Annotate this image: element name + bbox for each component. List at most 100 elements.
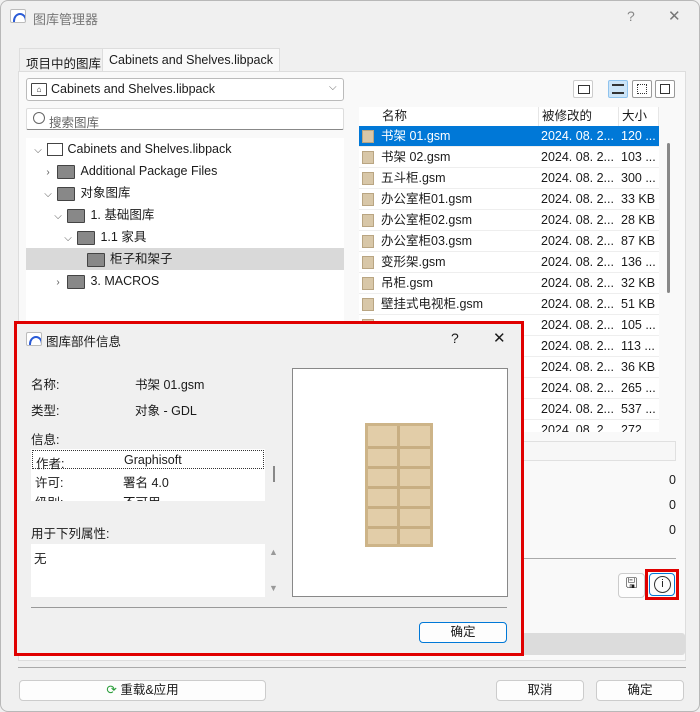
- info-list: 作者:Graphisoft 许可: 署名 4.0 级别: 不可用: [31, 449, 265, 501]
- file-size: 33 KB: [621, 192, 656, 206]
- column-header-name[interactable]: 名称: [379, 107, 539, 126]
- file-size: 272 ...: [621, 423, 656, 432]
- file-row[interactable]: 书架 02.gsm 2024. 08. 2... 103 ...: [359, 147, 659, 168]
- file-row[interactable]: 吊柜.gsm 2024. 08. 2... 32 KB: [359, 273, 659, 294]
- file-name: 书架 02.gsm: [381, 150, 451, 164]
- info-row-license[interactable]: 许可: 署名 4.0: [32, 470, 264, 490]
- title-bar: 图库管理器 ? ✕: [1, 1, 700, 33]
- count-3: 0: [669, 523, 676, 537]
- file-size: 300 ...: [621, 171, 656, 185]
- close-button[interactable]: ✕: [668, 7, 681, 25]
- chevron-right-icon[interactable]: ›: [42, 162, 54, 184]
- tree-node-cabinets-shelves[interactable]: 柜子和架子: [26, 248, 344, 270]
- chevron-down-icon[interactable]: ⌵: [52, 206, 64, 228]
- cancel-button[interactable]: 取消: [496, 680, 584, 701]
- divider: [18, 667, 686, 668]
- file-size: 32 KB: [621, 276, 656, 290]
- grid-view-button[interactable]: [632, 80, 652, 98]
- file-name: 吊柜.gsm: [381, 276, 434, 290]
- reload-apply-button[interactable]: ⟳ 重载&应用: [19, 680, 266, 701]
- file-row[interactable]: 变形架.gsm 2024. 08. 2... 136 ...: [359, 252, 659, 273]
- scroll-down-icon[interactable]: ▼: [269, 583, 278, 593]
- info-row-author[interactable]: 作者: Graphisoft: [32, 450, 264, 471]
- search-input[interactable]: 搜索图库: [26, 108, 344, 130]
- column-header-size[interactable]: 大小: [619, 107, 659, 126]
- file-modified: 2024. 08. 2...: [541, 255, 614, 269]
- tree-node-label: 对象图库: [80, 186, 131, 200]
- dialog-title: 图库部件信息: [46, 335, 122, 349]
- help-button[interactable]: ?: [627, 8, 635, 24]
- file-modified: 2024. 08. 2...: [541, 129, 614, 143]
- dialog-help-button[interactable]: ?: [451, 330, 459, 346]
- info-button[interactable]: i: [649, 573, 675, 596]
- preview-box: [292, 368, 508, 597]
- file-name: 办公室柜01.gsm: [381, 192, 472, 206]
- file-modified: 2024. 08. 2...: [541, 297, 614, 311]
- file-row[interactable]: 办公室柜03.gsm 2024. 08. 2... 87 KB: [359, 231, 659, 252]
- folder-icon: [57, 186, 76, 201]
- info-label: 信息:: [31, 433, 60, 447]
- file-thumbnail-icon: [362, 193, 374, 206]
- chevron-right-icon[interactable]: ›: [52, 272, 64, 294]
- file-size: 136 ...: [621, 255, 656, 269]
- file-name: 办公室柜02.gsm: [381, 213, 472, 227]
- save-export-button[interactable]: 🖫: [618, 573, 645, 598]
- info-key: 级别:: [35, 492, 63, 501]
- tab-project-libraries[interactable]: 项目中的图库: [19, 48, 109, 72]
- library-part-info-dialog: 图库部件信息 ? ✕ 名称: 书架 01.gsm 类型: 对象 - GDL 信息…: [14, 321, 524, 656]
- info-row-level[interactable]: 级别: 不可用: [32, 490, 264, 501]
- tree-node-label: 1.1 家具: [100, 230, 147, 244]
- scroll-up-icon[interactable]: ▲: [269, 547, 278, 557]
- tree-node-additional-files[interactable]: › Additional Package Files: [42, 160, 217, 182]
- file-modified: 2024. 08. 2...: [541, 192, 614, 206]
- file-modified: 2024. 08. 2...: [541, 150, 614, 164]
- chevron-down-icon[interactable]: ⌵: [32, 140, 44, 162]
- file-row[interactable]: 书架 01.gsm 2024. 08. 2... 120 ...: [359, 126, 659, 147]
- file-modified: 2024. 08. 2...: [541, 318, 614, 332]
- file-size: 105 ...: [621, 318, 656, 332]
- archicad-logo-icon: [26, 332, 42, 346]
- tree-node-macros[interactable]: › 3. MACROS: [52, 270, 159, 292]
- tab-cabinets-libpack[interactable]: Cabinets and Shelves.libpack: [102, 48, 280, 72]
- file-size: 87 KB: [621, 234, 656, 248]
- count-1: 0: [669, 473, 676, 487]
- file-modified: 2024. 08. 2...: [541, 234, 614, 248]
- file-name: 书架 01.gsm: [381, 129, 451, 143]
- tree-node-libpack[interactable]: ⌵ Cabinets and Shelves.libpack: [32, 138, 231, 160]
- ok-button[interactable]: 确定: [596, 680, 684, 701]
- dialog-close-button[interactable]: ✕: [493, 329, 506, 347]
- file-size: 28 KB: [621, 213, 656, 227]
- tree-node-basic-library[interactable]: ⌵ 1. 基础图库: [52, 204, 154, 226]
- chevron-down-icon[interactable]: ⌵: [62, 228, 74, 250]
- tree-node-object-library[interactable]: ⌵ 对象图库: [42, 182, 131, 204]
- list-view-button[interactable]: [608, 80, 628, 98]
- file-modified: 2024. 08. 2...: [541, 171, 614, 185]
- file-row[interactable]: 办公室柜02.gsm 2024. 08. 2... 28 KB: [359, 210, 659, 231]
- file-list-scrollbar[interactable]: [667, 143, 670, 293]
- file-thumbnail-icon: [362, 151, 374, 164]
- chevron-down-icon[interactable]: ⌵: [42, 184, 54, 206]
- type-value: 对象 - GDL: [135, 404, 197, 418]
- file-modified: 2024. 08. 2...: [541, 213, 614, 227]
- file-row[interactable]: 办公室柜01.gsm 2024. 08. 2... 33 KB: [359, 189, 659, 210]
- dialog-ok-button[interactable]: 确定: [419, 622, 507, 643]
- info-value: 不可用: [123, 492, 161, 501]
- tree-node-furniture[interactable]: ⌵ 1.1 家具: [62, 226, 146, 248]
- divider: [31, 607, 507, 608]
- file-size: 537 ...: [621, 402, 656, 416]
- file-size: 103 ...: [621, 150, 656, 164]
- file-row[interactable]: 壁挂式电视柜.gsm 2024. 08. 2... 51 KB: [359, 294, 659, 315]
- name-label: 名称:: [31, 378, 60, 392]
- parent-folder-button[interactable]: [573, 80, 593, 98]
- file-thumbnail-icon: [362, 172, 374, 185]
- library-tree: ⌵ Cabinets and Shelves.libpack › Additio…: [26, 138, 344, 338]
- column-header-modified[interactable]: 被修改的: [539, 107, 619, 126]
- preview-view-button[interactable]: [655, 80, 675, 98]
- tree-node-label: 1. 基础图库: [90, 208, 155, 222]
- file-row[interactable]: 五斗柜.gsm 2024. 08. 2... 300 ...: [359, 168, 659, 189]
- info-list-scrollbar[interactable]: [273, 466, 275, 482]
- file-size: 265 ...: [621, 381, 656, 395]
- library-select[interactable]: ⌂ Cabinets and Shelves.libpack ⌵: [26, 78, 344, 101]
- details-field: [521, 441, 676, 461]
- file-size: 120 ...: [621, 129, 656, 143]
